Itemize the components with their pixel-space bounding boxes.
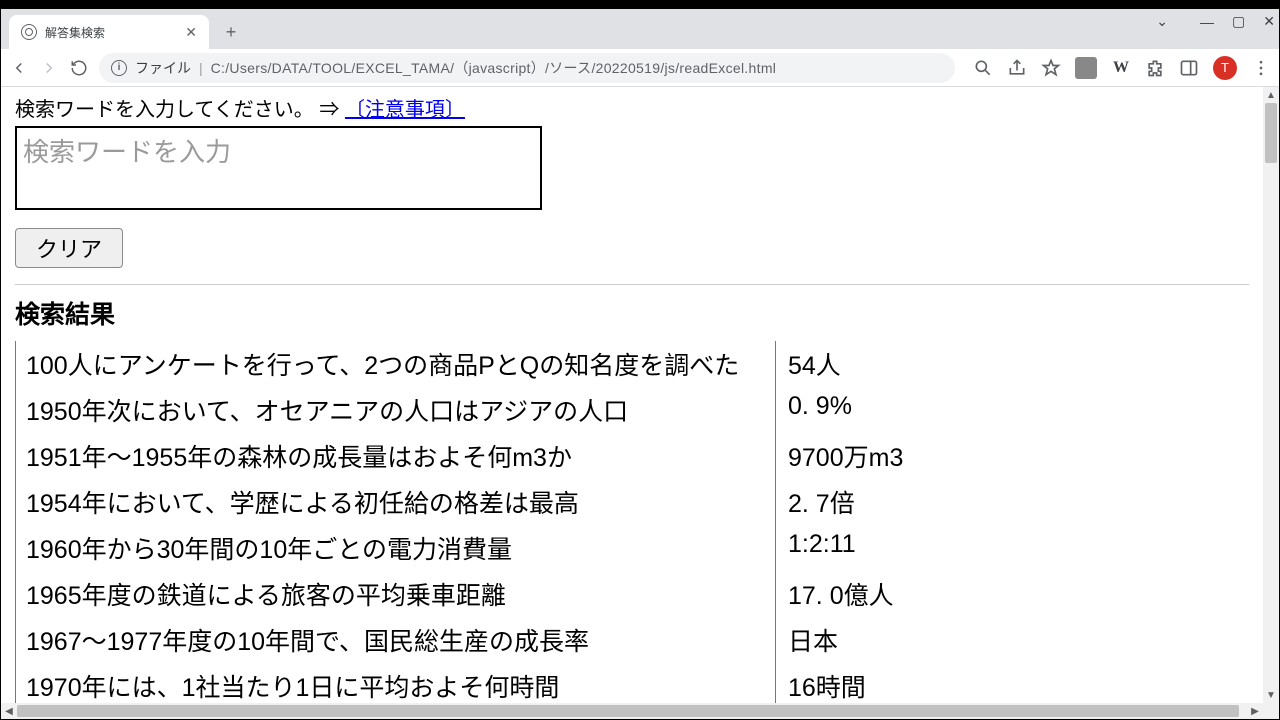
result-question: 1960年から30年間の10年ごとの電力消費量 (16, 525, 776, 571)
share-icon[interactable] (1007, 58, 1027, 78)
result-answer: 日本 (776, 617, 914, 663)
result-answer: 9700万m3 (776, 433, 914, 479)
address-bar[interactable]: i ファイル | C:/Users/DATA/TOOL/EXCEL_TAMA/（… (99, 53, 955, 83)
result-question: 1970年には、1社当たり1日に平均およそ何時間 (16, 663, 776, 703)
browser-toolbar: i ファイル | C:/Users/DATA/TOOL/EXCEL_TAMA/（… (1, 49, 1279, 87)
search-input[interactable] (15, 126, 542, 210)
table-row: 100人にアンケートを行って、2つの商品PとQの知名度を調べた54人 (16, 341, 914, 387)
browser-tab[interactable]: 解答集検索 ✕ (9, 15, 209, 49)
results-table: 100人にアンケートを行って、2つの商品PとQの知名度を調べた54人1950年次… (15, 341, 913, 703)
sidepanel-icon[interactable] (1179, 58, 1199, 78)
result-question: 1954年において、学歴による初任給の格差は最高 (16, 479, 776, 525)
kebab-menu-icon[interactable] (1251, 58, 1271, 78)
prompt-line: 検索ワードを入力してください。 ⇒ 〔注意事項〕 (15, 93, 1249, 122)
tab-search-chevron-icon[interactable]: ⌄ (1156, 13, 1168, 30)
table-row: 1951年～1955年の森林の成長量はおよそ何m3か9700万m3 (16, 433, 914, 479)
horizontal-scrollbar[interactable]: ◀ ▶ (1, 703, 1263, 719)
result-answer: 2. 7倍 (776, 479, 914, 525)
result-question: 1951年～1955年の森林の成長量はおよそ何m3か (16, 433, 776, 479)
clear-button[interactable]: クリア (15, 228, 123, 268)
zoom-icon[interactable] (973, 58, 993, 78)
scroll-right-icon[interactable]: ▶ (1247, 703, 1263, 719)
minimize-button[interactable]: ― (1200, 14, 1214, 30)
result-question: 1967～1977年度の10年間で、国民総生産の成長率 (16, 617, 776, 663)
notice-link[interactable]: 〔注意事項〕 (345, 99, 465, 121)
extensions-puzzle-icon[interactable] (1145, 58, 1165, 78)
site-info-icon[interactable]: i (111, 60, 127, 76)
table-row: 1965年度の鉄道による旅客の平均乗車距離17. 0億人 (16, 571, 914, 617)
result-question: 1965年度の鉄道による旅客の平均乗車距離 (16, 571, 776, 617)
scroll-left-icon[interactable]: ◀ (1, 703, 17, 719)
profile-avatar[interactable]: T (1213, 56, 1237, 80)
table-row: 1970年には、1社当たり1日に平均およそ何時間16時間 (16, 663, 914, 703)
globe-icon (21, 24, 37, 40)
close-tab-icon[interactable]: ✕ (185, 24, 197, 41)
url-path: C:/Users/DATA/TOOL/EXCEL_TAMA/（javascrip… (211, 58, 777, 78)
vscroll-track[interactable] (1263, 103, 1279, 687)
maximize-button[interactable]: ▢ (1232, 13, 1245, 30)
scroll-corner (1263, 703, 1279, 719)
result-answer: 0. 9% (776, 387, 914, 433)
result-answer: 54人 (776, 341, 914, 387)
window-titlebar (1, 1, 1279, 9)
prompt-text: 検索ワードを入力してください。 (15, 99, 314, 121)
tab-strip: 解答集検索 ✕ + ⌄ ― ▢ ✕ (1, 9, 1279, 49)
url-separator: | (199, 60, 203, 76)
result-question: 1950年次において、オセアニアの人口はアジアの人口 (16, 387, 776, 433)
scroll-up-icon[interactable]: ▲ (1263, 87, 1279, 103)
table-row: 1960年から30年間の10年ごとの電力消費量1:2:11 (16, 525, 914, 571)
result-question: 100人にアンケートを行って、2つの商品PとQの知名度を調べた (16, 341, 776, 387)
result-answer: 1:2:11 (776, 525, 914, 571)
close-window-button[interactable]: ✕ (1263, 13, 1275, 30)
result-answer: 17. 0億人 (776, 571, 914, 617)
back-button[interactable] (9, 58, 29, 78)
result-answer: 16時間 (776, 663, 914, 703)
table-row: 1950年次において、オセアニアの人口はアジアの人口0. 9% (16, 387, 914, 433)
vertical-scrollbar[interactable]: ▲ ▼ (1263, 87, 1279, 703)
vscroll-thumb[interactable] (1265, 103, 1277, 163)
table-row: 1967～1977年度の10年間で、国民総生産の成長率日本 (16, 617, 914, 663)
hscroll-thumb[interactable] (17, 705, 1239, 717)
bookmark-star-icon[interactable] (1041, 58, 1061, 78)
forward-button[interactable] (39, 58, 59, 78)
page-content: 検索ワードを入力してください。 ⇒ 〔注意事項〕 クリア 検索結果 100人にア… (1, 87, 1263, 703)
scroll-down-icon[interactable]: ▼ (1263, 687, 1279, 703)
url-scheme: ファイル (135, 58, 191, 78)
table-row: 1954年において、学歴による初任給の格差は最高2. 7倍 (16, 479, 914, 525)
results-heading: 検索結果 (15, 295, 1249, 331)
extension-wikipedia-icon[interactable]: W (1111, 58, 1131, 78)
tab-title: 解答集検索 (45, 24, 177, 41)
divider (15, 284, 1249, 285)
new-tab-button[interactable]: + (217, 18, 245, 46)
extension-gtranslate-icon[interactable] (1075, 57, 1097, 79)
reload-button[interactable] (69, 58, 89, 78)
notice-arrow: ⇒ (319, 99, 339, 121)
